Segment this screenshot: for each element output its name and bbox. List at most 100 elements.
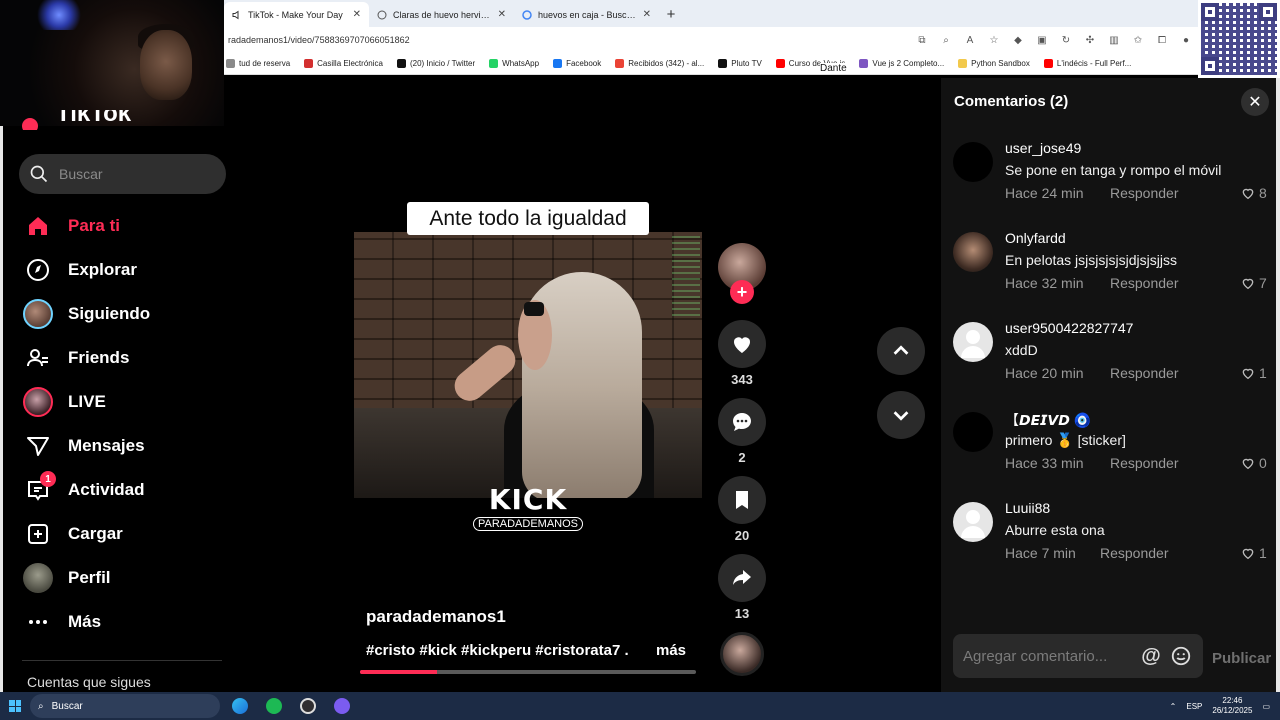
language-indicator[interactable]: ESP: [1186, 702, 1202, 711]
read-aloud-icon[interactable]: A: [964, 35, 976, 46]
close-tab-icon[interactable]: ✕: [498, 9, 506, 20]
comment-username[interactable]: Onlyfardd: [1005, 230, 1066, 246]
avatar[interactable]: [953, 322, 993, 362]
browser-tab-tiktok[interactable]: TikTok - Make Your Day ✕: [224, 2, 369, 27]
star-icon[interactable]: ☆: [988, 35, 1000, 46]
spotify-app-icon[interactable]: [260, 692, 288, 720]
avatar[interactable]: [953, 142, 993, 182]
home-icon: [22, 210, 54, 242]
video-author-name[interactable]: paradademanos1: [366, 607, 506, 627]
tab-title: Claras de huevo hervidas: [393, 9, 492, 20]
search-bar[interactable]: Buscar: [19, 154, 226, 194]
sidebar-item-para-ti[interactable]: Para ti: [22, 204, 222, 248]
close-comments-button[interactable]: ✕: [1241, 88, 1269, 116]
avatar[interactable]: [953, 412, 993, 452]
edge-app-icon[interactable]: [226, 692, 254, 720]
reply-button[interactable]: Responder: [1110, 275, 1179, 291]
comment-text: En pelotas jsjsjsjsjsjdjsjsjjss: [1005, 252, 1177, 268]
start-button[interactable]: [0, 692, 30, 720]
comment-like-button[interactable]: 7: [1240, 275, 1267, 291]
sidebar-item-mas[interactable]: Más: [22, 600, 222, 644]
bookmark-item[interactable]: Casilla Electrónica: [304, 59, 383, 68]
comment-username[interactable]: 【𝘿𝙀𝙄𝙑𝘿 🧿: [1005, 410, 1091, 430]
sidebar-item-explorar[interactable]: Explorar: [22, 248, 222, 292]
new-tab-button[interactable]: +: [659, 2, 683, 27]
bookmark-item[interactable]: Pluto TV: [718, 59, 762, 68]
more-button[interactable]: más: [656, 642, 686, 659]
extension-shield-icon[interactable]: ◆: [1012, 35, 1024, 46]
url-field[interactable]: radademanos1/video/7588369707066051862: [228, 35, 916, 45]
music-disc-avatar[interactable]: [720, 632, 764, 676]
sidebar-item-label: Para ti: [68, 216, 120, 235]
comment-like-button[interactable]: 1: [1240, 365, 1267, 381]
sidebar-item-perfil[interactable]: Perfil: [22, 556, 222, 600]
chevron-up-icon[interactable]: ⌃: [1170, 702, 1177, 711]
comment-username[interactable]: Luuii88: [1005, 500, 1050, 516]
zoom-icon[interactable]: ⌕: [940, 35, 952, 46]
bookmark-item[interactable]: Python Sandbox: [958, 59, 1030, 68]
search-icon: ⌕: [38, 700, 44, 712]
reply-button[interactable]: Responder: [1110, 455, 1179, 471]
mention-icon[interactable]: @: [1139, 644, 1163, 668]
sidebar-item-friends[interactable]: Friends: [22, 336, 222, 380]
sidebar-item-actividad[interactable]: 1 Actividad: [22, 468, 222, 512]
clock[interactable]: 22:46 26/12/2025: [1212, 696, 1252, 716]
comment-input[interactable]: [963, 647, 1133, 665]
bookmark-item[interactable]: tud de reserva: [226, 59, 290, 68]
bookmark-item[interactable]: Facebook: [553, 59, 601, 68]
comment-username[interactable]: user9500422827747: [1005, 320, 1133, 336]
comment-item: Luuii88 Aburre esta ona Hace 7 min Responde…: [953, 500, 1273, 580]
profile-icon[interactable]: ●: [1180, 35, 1192, 46]
browser-tab-huevos[interactable]: huevos en caja - Buscar con Goog ✕: [514, 2, 659, 27]
bookmark-item[interactable]: Recibidos (342) - al...: [615, 59, 704, 68]
sidebar-item-siguiendo[interactable]: Siguiendo: [22, 292, 222, 336]
extension-icon[interactable]: ▣: [1036, 35, 1048, 46]
avatar[interactable]: [953, 232, 993, 272]
next-video-button[interactable]: [877, 391, 925, 439]
bookmark-favicon-icon: [1043, 59, 1053, 68]
refresh-extension-icon[interactable]: ↻: [1060, 35, 1072, 46]
bookmark-item[interactable]: WhatsApp: [489, 59, 539, 68]
bookmark-item[interactable]: Vue js 2 Completo...: [859, 59, 944, 68]
reply-button[interactable]: Responder: [1110, 365, 1179, 381]
browser-tab-claras[interactable]: Claras de huevo hervidas ✕: [369, 2, 514, 27]
taskbar-search[interactable]: ⌕ Buscar: [30, 694, 220, 718]
tiktok-logo[interactable]: TikTok: [22, 110, 152, 130]
emoji-icon[interactable]: [1169, 644, 1193, 668]
split-screen-icon[interactable]: ▥: [1108, 35, 1120, 46]
favorites-icon[interactable]: ✩: [1132, 35, 1144, 46]
collections-icon[interactable]: ⧠: [1156, 35, 1168, 46]
qr-code: [1198, 0, 1280, 78]
close-tab-icon[interactable]: ✕: [643, 9, 651, 20]
bookmark-item[interactable]: L'indécis - Full Perf...: [1043, 59, 1131, 68]
like-button[interactable]: [718, 320, 766, 368]
comment-like-button[interactable]: 8: [1240, 185, 1267, 201]
notifications-icon[interactable]: ▭: [1262, 702, 1270, 711]
webcam-person: [140, 30, 192, 100]
sidebar-item-live[interactable]: LIVE: [22, 380, 222, 424]
open-in-app-icon[interactable]: ⧉: [916, 35, 928, 46]
comment-like-button[interactable]: 1: [1240, 545, 1267, 561]
follow-button[interactable]: +: [730, 280, 754, 304]
comment-button[interactable]: [718, 398, 766, 446]
close-tab-icon[interactable]: ✕: [353, 9, 361, 20]
video-player[interactable]: [354, 232, 702, 498]
video-hashtags[interactable]: #cristo #kick #kickperu #cristorata7 ...: [366, 642, 628, 659]
sidebar-item-cargar[interactable]: Cargar: [22, 512, 222, 556]
sidebar-item-mensajes[interactable]: Mensajes: [22, 424, 222, 468]
avatar[interactable]: [953, 502, 993, 542]
video-progress-bar[interactable]: [360, 670, 696, 674]
reply-button[interactable]: Responder: [1100, 545, 1169, 561]
comment-username[interactable]: user_jose49: [1005, 140, 1081, 156]
save-button[interactable]: [718, 476, 766, 524]
clock-time: 22:46: [1222, 696, 1243, 705]
share-button[interactable]: [718, 554, 766, 602]
bookmark-item[interactable]: (20) Inicio / Twitter: [396, 59, 475, 68]
reply-button[interactable]: Responder: [1110, 185, 1179, 201]
obs-app-icon[interactable]: [294, 692, 322, 720]
publish-button[interactable]: Publicar: [1212, 650, 1271, 667]
extensions-puzzle-icon[interactable]: ✣: [1084, 35, 1096, 46]
chat-app-icon[interactable]: [328, 692, 356, 720]
comment-like-button[interactable]: 0: [1240, 455, 1267, 471]
previous-video-button[interactable]: [877, 327, 925, 375]
